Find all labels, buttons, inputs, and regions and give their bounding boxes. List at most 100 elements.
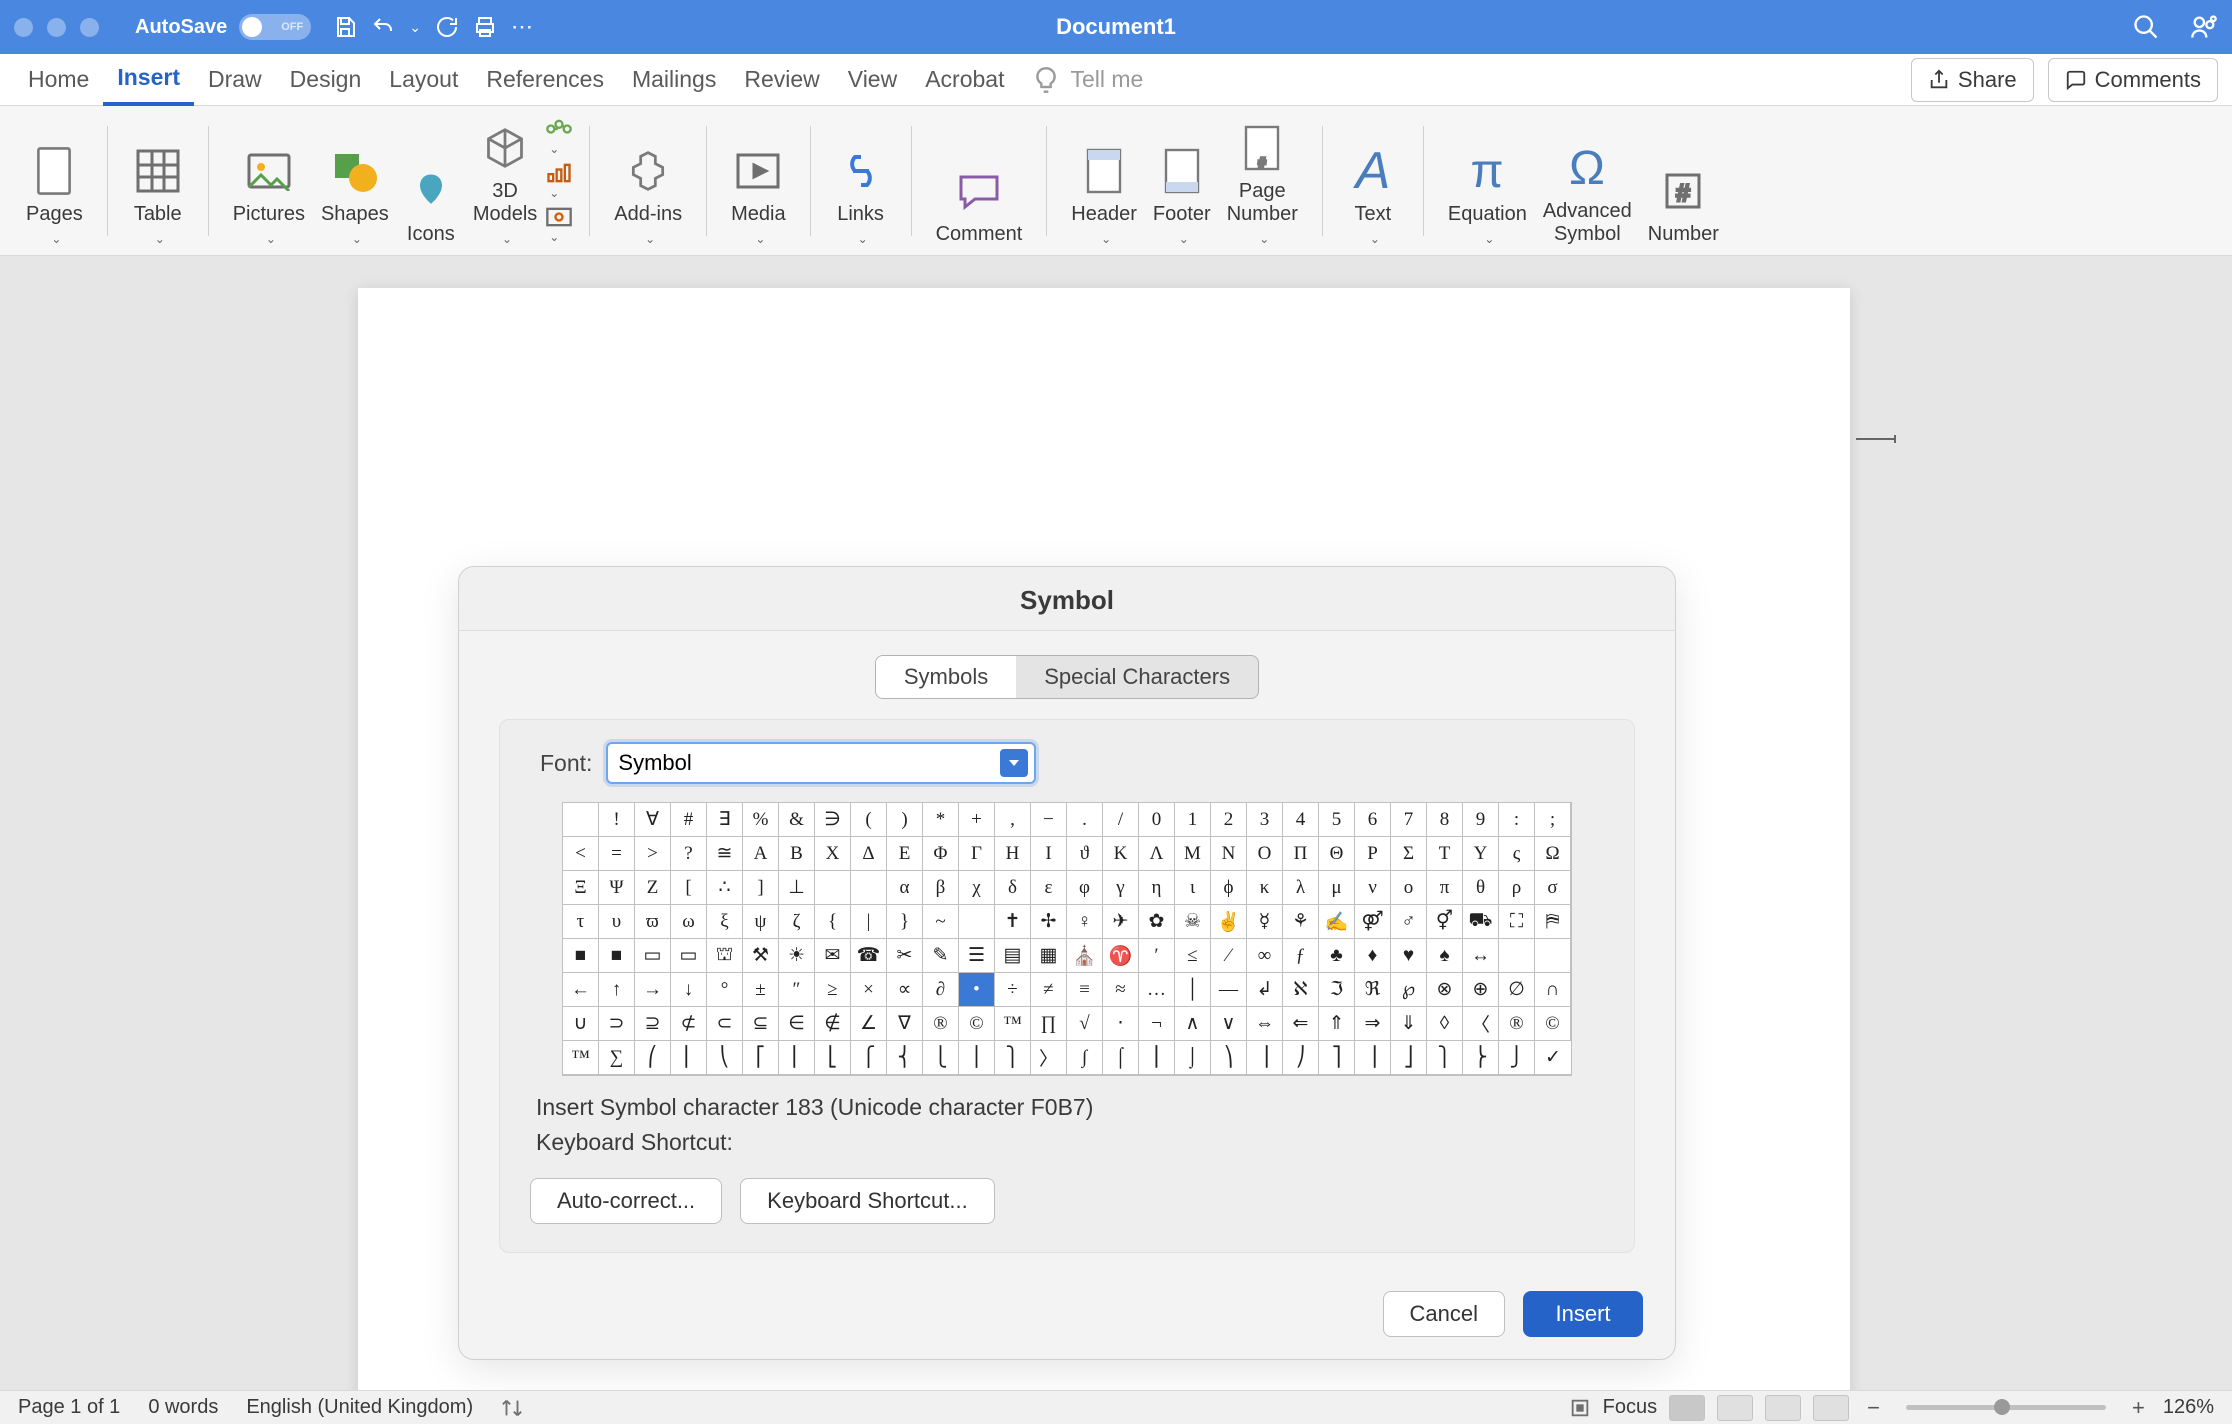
symbol-cell[interactable]: ⎛ [635,1041,671,1075]
symbol-cell[interactable]: ⚘ [1283,905,1319,939]
view-draft[interactable] [1813,1395,1849,1421]
symbol-cell[interactable]: ° [707,973,743,1007]
symbol-cell[interactable]: Ε [887,837,923,871]
autosave-toggle[interactable]: OFF [239,14,311,40]
symbol-cell[interactable]: ☀ [779,939,815,973]
symbol-cell[interactable]: σ [1535,871,1571,905]
symbol-cell[interactable]: ⊃ [599,1007,635,1041]
undo-icon[interactable] [371,15,395,39]
symbol-cell[interactable] [851,871,887,905]
symbol-cell[interactable]: α [887,871,923,905]
symbol-cell[interactable]: Ο [1247,837,1283,871]
symbol-cell[interactable]: | [851,905,887,939]
symbol-cell[interactable]: ↑ [599,973,635,1007]
symbol-cell[interactable]: A [743,837,779,871]
symbol-cell[interactable]: ⌡ [1175,1041,1211,1075]
symbol-cell[interactable]: ♂ [1391,905,1427,939]
symbol-cell[interactable]: − [1031,803,1067,837]
symbol-cell[interactable]: ∃ [707,803,743,837]
symbol-cell[interactable]: ® [923,1007,959,1041]
symbol-cell[interactable]: ℑ [1319,973,1355,1007]
symbol-cell[interactable]: ∀ [635,803,671,837]
symbol-cell[interactable]: ∞ [1247,939,1283,973]
symbol-cell[interactable]: φ [1067,871,1103,905]
comments-button[interactable]: Comments [2048,58,2218,102]
symbol-cell[interactable]: ✢ [1031,905,1067,939]
symbol-cell[interactable]: ⎥ [1355,1041,1391,1075]
symbol-cell[interactable]: ⁄ [1211,939,1247,973]
number-button[interactable]: # Number [1640,165,1727,246]
symbol-cell[interactable]: ξ [707,905,743,939]
symbol-cell[interactable]: ✎ [923,939,959,973]
symbol-cell[interactable]: & [779,803,815,837]
pictures-button[interactable]: Pictures ⌄ [225,145,313,246]
symbol-cell[interactable]: ⎪ [959,1041,995,1075]
symbol-cell[interactable]: 〉 [1031,1041,1067,1075]
undo-more-icon[interactable]: ⌄ [409,19,421,36]
symbol-cell[interactable]: ⎠ [1283,1041,1319,1075]
symbol-cell[interactable]: < [563,837,599,871]
symbol-cell[interactable]: Φ [923,837,959,871]
advanced-symbol-button[interactable]: Ω Advanced Symbol [1535,142,1640,246]
symbol-cell[interactable]: 2 [1211,803,1247,837]
symbol-cell[interactable]: ⎧ [851,1041,887,1075]
font-combo[interactable] [606,742,1036,784]
view-web-layout[interactable] [1717,1395,1753,1421]
symbol-cell[interactable]: ▦ [1031,939,1067,973]
symbol-cell[interactable]: ↲ [1247,973,1283,1007]
page-indicator[interactable]: Page 1 of 1 [18,1396,120,1419]
symbol-cell[interactable]: 6 [1355,803,1391,837]
autocorrect-button[interactable]: Auto-correct... [530,1178,722,1224]
symbol-cell[interactable]: ⇓ [1391,1007,1427,1041]
symbol-cell[interactable]: ≈ [1103,973,1139,1007]
symbol-cell[interactable]: ℜ [1355,973,1391,1007]
symbol-cell[interactable]: 3 [1247,803,1283,837]
text-button[interactable]: A Text ⌄ [1339,145,1407,246]
symbol-cell[interactable]: / [1103,803,1139,837]
symbol-cell[interactable]: ~ [923,905,959,939]
symbol-cell[interactable]: ω [671,905,707,939]
symbol-cell[interactable]: ♥ [1391,939,1427,973]
symbol-cell[interactable]: ⎫ [995,1041,1031,1075]
symbol-cell[interactable]: ν [1355,871,1391,905]
symbol-cell[interactable]: ( [851,803,887,837]
symbol-cell[interactable]: [ [671,871,707,905]
equation-button[interactable]: π Equation ⌄ [1440,145,1535,246]
symbol-cell[interactable]: ϕ [1211,871,1247,905]
symbol-cell[interactable]: 8 [1427,803,1463,837]
symbol-cell[interactable]: ✓ [1535,1041,1571,1075]
symbol-cell[interactable]: Υ [1463,837,1499,871]
symbol-cell[interactable]: ↔ [1463,939,1499,973]
symbol-cell[interactable]: B [779,837,815,871]
symbol-grid[interactable]: !∀#∃%&∋()*+,−./0123456789:;<=>?≅ABΧΔΕΦΓΗ… [562,802,1572,1076]
symbol-cell[interactable]: ⊗ [1427,973,1463,1007]
symbol-cell[interactable]: ✈ [1103,905,1139,939]
symbol-cell[interactable]: ♠ [1427,939,1463,973]
symbol-cell[interactable]: ™ [563,1041,599,1075]
symbol-cell[interactable]: ⎝ [707,1041,743,1075]
symbol-cell[interactable]: │ [1175,973,1211,1007]
symbol-cell[interactable]: 0 [1139,803,1175,837]
symbol-cell[interactable]: ⇐ [1283,1007,1319,1041]
tab-draw[interactable]: Draw [194,54,276,106]
symbol-cell[interactable]: ☿ [1247,905,1283,939]
symbol-cell[interactable]: η [1139,871,1175,905]
symbol-cell[interactable]: λ [1283,871,1319,905]
symbol-cell[interactable]: χ [959,871,995,905]
symbol-cell[interactable]: ? [671,837,707,871]
symbol-cell[interactable]: ≤ [1175,939,1211,973]
zoom-value[interactable]: 126% [2163,1396,2214,1419]
zoom-in-button[interactable]: + [2126,1395,2151,1421]
symbol-cell[interactable]: ℵ [1283,973,1319,1007]
symbol-cell[interactable]: ⎡ [743,1041,779,1075]
symbol-cell[interactable]: 7 [1391,803,1427,837]
symbol-cell[interactable]: ι [1175,871,1211,905]
symbol-cell[interactable]: Η [995,837,1031,871]
symbol-cell[interactable]: ∑ [599,1041,635,1075]
symbol-cell[interactable]: ™ [995,1007,1031,1041]
symbol-cell[interactable]: ⎞ [1211,1041,1247,1075]
smartart-icon[interactable]: ⌄ [545,118,573,158]
symbol-cell[interactable]: ♈ [1103,939,1139,973]
symbol-cell[interactable]: ⛿ [1535,905,1571,939]
symbol-cell[interactable]: ☰ [959,939,995,973]
